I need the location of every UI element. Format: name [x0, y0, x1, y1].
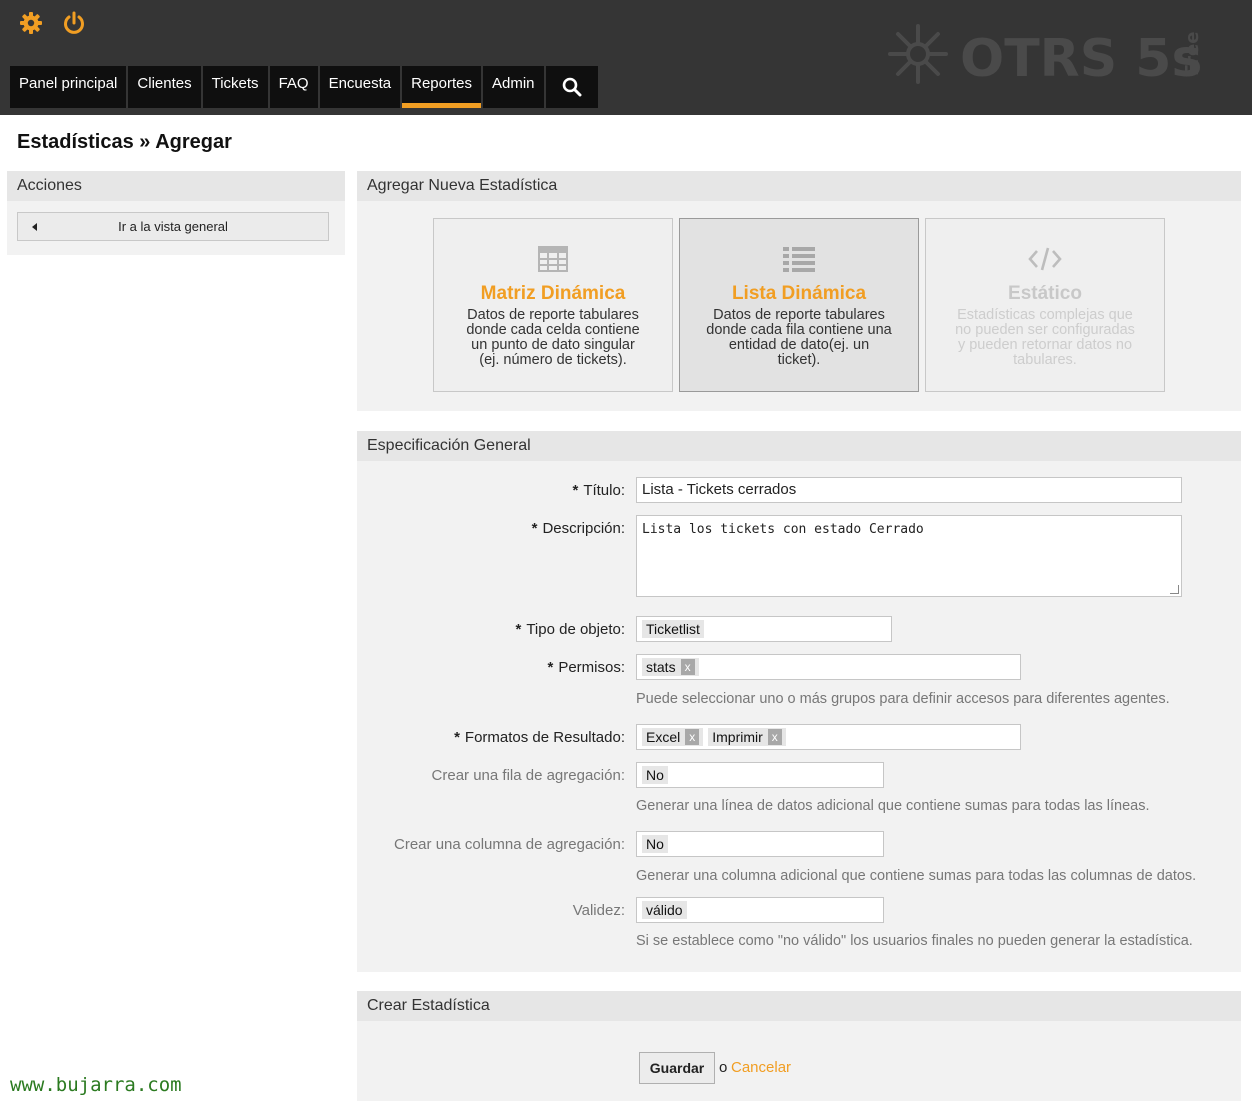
remove-tag-icon[interactable]: x [685, 729, 700, 745]
general-spec-header: Especificación General [357, 431, 1241, 461]
nav-item-clientes[interactable]: Clientes [128, 66, 203, 108]
nav-item-encuesta[interactable]: Encuesta [319, 66, 403, 108]
card-title: Estático [1008, 283, 1082, 304]
tipo-objeto-value: Ticketlist [642, 620, 704, 638]
card-matriz-dinamica[interactable]: Matriz Dinámica Datos de reporte tabular… [433, 218, 673, 392]
validez-value: válido [642, 901, 687, 919]
columna-agregacion-value: No [642, 835, 668, 853]
save-button[interactable]: Guardar [639, 1052, 715, 1084]
gear-icon[interactable] [18, 10, 44, 36]
titulo-input[interactable]: Lista - Tickets cerrados [636, 477, 1182, 503]
otrs-logo: OTRS 5s Free [888, 24, 1203, 86]
columna-agregacion-hint: Generar una columna adicional que contie… [636, 868, 1197, 884]
power-icon[interactable] [61, 10, 87, 36]
overview-button-label: Ir a la vista general [118, 219, 228, 234]
caret-left-icon [32, 223, 37, 231]
remove-tag-icon[interactable]: x [767, 729, 782, 745]
create-stat-header: Crear Estadística [357, 991, 1241, 1021]
main-nav: Panel principal Clientes Tickets FAQ Enc… [10, 66, 600, 108]
required-mark: * [531, 520, 538, 537]
card-description: Datos de reporte tabulares donde cada ce… [466, 307, 640, 368]
nav-item-faq[interactable]: FAQ [269, 66, 320, 108]
required-mark: * [547, 659, 554, 676]
watermark: www.bujarra.com [10, 1074, 182, 1096]
new-stat-header: Agregar Nueva Estadística [357, 171, 1241, 201]
nav-item-admin[interactable]: Admin [483, 66, 546, 108]
card-description: Datos de reporte tabulares donde cada fi… [706, 307, 892, 368]
sidebar-actions: Acciones Ir a la vista general [7, 171, 345, 255]
logo-edition: Free [1182, 32, 1203, 76]
overview-button[interactable]: Ir a la vista general [17, 212, 329, 241]
top-header: OTRS 5s Free Panel principal Clientes Ti… [0, 0, 1252, 115]
nav-item-panel-principal[interactable]: Panel principal [10, 66, 129, 108]
list-icon [783, 247, 815, 272]
formatos-label: * Formatos de Resultado: [454, 729, 625, 746]
table-icon [538, 246, 568, 272]
required-mark: * [454, 729, 460, 746]
descripcion-value: Lista los tickets con estado Cerrado [642, 522, 924, 537]
card-description: Estadísticas complejas que no pueden ser… [955, 307, 1135, 368]
formato-tag: Imprimir x [708, 728, 786, 746]
or-text: o [719, 1059, 728, 1076]
descripcion-label: * Descripción: [531, 520, 625, 537]
permisos-hint: Puede seleccionar uno o más grupos para … [636, 691, 1170, 707]
fila-agregacion-value: No [642, 766, 668, 784]
columna-agregacion-label: Crear una columna de agregación: [394, 836, 625, 853]
fila-agregacion-select[interactable]: No [636, 762, 884, 788]
nav-item-tickets[interactable]: Tickets [202, 66, 270, 108]
search-icon [562, 77, 582, 97]
sidebar-header: Acciones [7, 171, 345, 201]
required-mark: * [515, 621, 522, 638]
card-lista-dinamica[interactable]: Lista Dinámica Datos de reporte tabulare… [679, 218, 919, 392]
permisos-label: * Permisos: [547, 659, 625, 676]
resize-handle[interactable] [1170, 585, 1179, 594]
validez-select[interactable]: válido [636, 897, 884, 923]
tipo-objeto-label: * Tipo de objeto: [515, 621, 625, 638]
nav-item-reportes[interactable]: Reportes [402, 66, 483, 108]
permisos-select[interactable]: stats x [636, 654, 1021, 680]
fila-agregacion-label: Crear una fila de agregación: [431, 767, 625, 784]
page-title: Estadísticas » Agregar [17, 131, 232, 153]
new-stat-box: Agregar Nueva Estadística Matriz Dinámic… [357, 171, 1241, 411]
tipo-objeto-select[interactable]: Ticketlist [636, 616, 892, 642]
formatos-select[interactable]: Excel x Imprimir x [636, 724, 1021, 750]
required-mark: * [572, 482, 579, 499]
code-icon [1028, 247, 1062, 271]
validez-hint: Si se establece como "no válido" los usu… [636, 933, 1193, 949]
descripcion-textarea[interactable]: Lista los tickets con estado Cerrado [636, 515, 1182, 597]
columna-agregacion-select[interactable]: No [636, 831, 884, 857]
logo-text: OTRS 5s [960, 29, 1202, 86]
card-estatico: Estático Estadísticas complejas que no p… [925, 218, 1165, 392]
validez-label: Validez: [572, 902, 625, 919]
fila-agregacion-hint: Generar una línea de datos adicional que… [636, 798, 1150, 814]
titulo-value: Lista - Tickets cerrados [642, 481, 797, 498]
card-title: Lista Dinámica [731, 283, 867, 304]
permisos-tag: stats x [642, 658, 699, 676]
card-title: Matriz Dinámica [480, 283, 626, 304]
formato-tag: Excel x [642, 728, 704, 746]
titulo-label: * Título: [572, 482, 625, 499]
nav-search-button[interactable] [545, 66, 600, 108]
create-stat-box: Crear Estadística [357, 991, 1241, 1101]
remove-tag-icon[interactable]: x [680, 659, 695, 675]
cancel-link[interactable]: Cancelar [731, 1059, 791, 1076]
